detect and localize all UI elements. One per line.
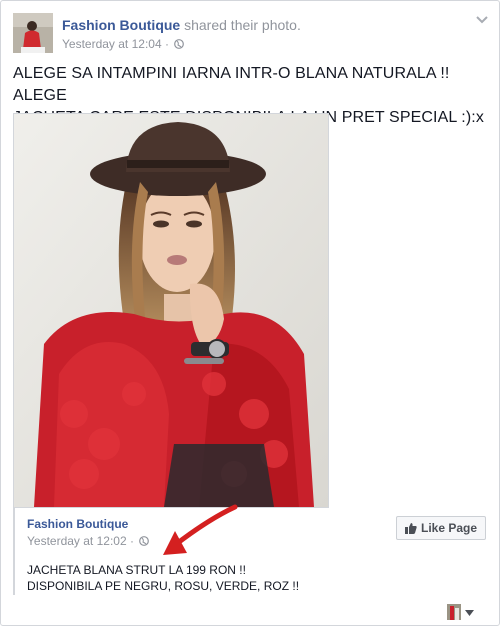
post-meta: Yesterday at 12:04 ·: [62, 36, 185, 52]
meta-separator: ·: [164, 37, 169, 51]
shared-meta: Yesterday at 12:02 ·: [27, 534, 150, 548]
shared-separator: ·: [129, 534, 134, 548]
shared-photo-text: shared their photo.: [184, 17, 301, 33]
post-message-line-1: ALEGE SA INTAMPINI IARNA INTR-O BLANA NA…: [13, 65, 450, 104]
page-avatar[interactable]: [13, 13, 53, 53]
globe-icon[interactable]: [139, 536, 150, 546]
page-name-link[interactable]: Fashion Boutique: [62, 17, 180, 33]
post-timestamp[interactable]: Yesterday at 12:04: [62, 37, 162, 51]
shared-caption-line-2: DISPONIBILA PE NEGRU, ROSU, VERDE, ROZ !…: [27, 579, 300, 593]
post-card: Fashion Boutique shared their photo. Yes…: [0, 0, 500, 626]
shared-caption: JACHETA BLANA STRUT LA 199 RON !! DISPON…: [27, 562, 299, 594]
shared-timestamp[interactable]: Yesterday at 12:02: [27, 534, 127, 548]
thumbs-up-icon: [404, 523, 417, 534]
shared-attachment: Fashion Boutique Yesterday at 12:02 · JA…: [13, 507, 489, 595]
shared-page-name-link[interactable]: Fashion Boutique: [27, 517, 128, 531]
like-page-label: Like Page: [420, 521, 478, 535]
like-page-button[interactable]: Like Page: [396, 516, 486, 540]
chevron-down-icon[interactable]: [475, 15, 489, 25]
globe-icon[interactable]: [174, 39, 185, 49]
post-header: Fashion Boutique shared their photo.: [62, 16, 301, 34]
shared-caption-line-1: JACHETA BLANA STRUT LA 199 RON !!: [27, 563, 246, 577]
caret-down-icon[interactable]: [465, 610, 474, 616]
actor-selector-avatar[interactable]: [447, 604, 461, 620]
post-photo[interactable]: [13, 113, 329, 508]
